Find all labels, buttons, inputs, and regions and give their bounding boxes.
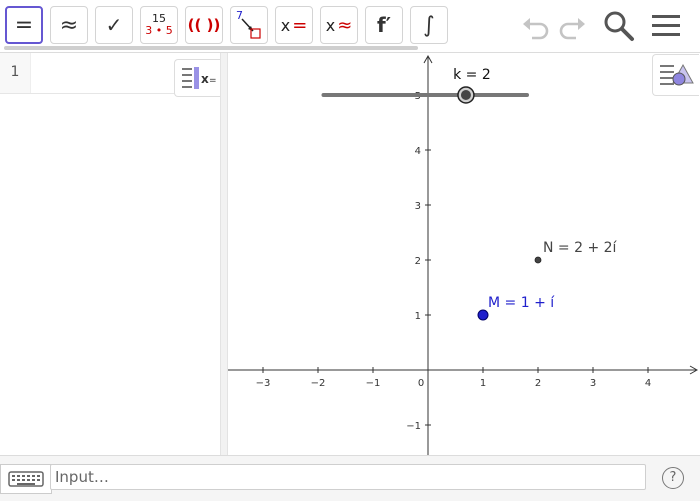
integral-icon: ∫: [423, 12, 435, 38]
algebra-description-icon: x =: [182, 67, 217, 89]
solve-equals-icon: =: [292, 14, 308, 36]
keyboard-icon: [8, 471, 44, 487]
toolbar-scrollbar[interactable]: [4, 46, 418, 50]
graphics-canvas[interactable]: −3−2−10123454321−1 k = 2 N = 2 + 2íM = 1…: [228, 53, 700, 455]
slider-knob-center: [460, 90, 471, 100]
x-tick-label: 1: [480, 378, 486, 389]
undo-icon[interactable]: [520, 12, 552, 42]
nsolve-x-label: x: [325, 15, 336, 35]
integral-tool-button[interactable]: ∫: [410, 6, 448, 44]
expand-icon: (( )): [187, 16, 221, 34]
check-icon: ✓: [105, 13, 123, 37]
graphics-style-button[interactable]: [652, 54, 699, 96]
algebra-view: 1 x =: [0, 53, 221, 455]
substitute-tool-button[interactable]: 7: [230, 6, 268, 44]
menu-icon[interactable]: [651, 11, 681, 41]
svg-text:=: =: [209, 76, 217, 86]
x-tick-label: 0: [418, 378, 424, 389]
row-number: 1: [0, 53, 31, 93]
x-tick-label: 3: [590, 378, 596, 389]
point-m[interactable]: [477, 309, 489, 321]
evaluate-tool-button[interactable]: =: [5, 6, 43, 44]
x-tick-label: 2: [535, 378, 541, 389]
numeric-tool-button[interactable]: ≈: [50, 6, 88, 44]
x-tick-label: −3: [256, 378, 271, 389]
input-field[interactable]: [50, 464, 646, 490]
input-bar: ?: [0, 455, 700, 501]
solve-tool-button[interactable]: x =: [275, 6, 313, 44]
svg-text:x: x: [201, 72, 209, 86]
point-n-label: N = 2 + 2í: [543, 240, 618, 256]
style-bar-icon: [660, 63, 694, 86]
expand-tool-button[interactable]: (( )): [185, 6, 223, 44]
substitute-icon: [241, 18, 261, 39]
search-icon[interactable]: [602, 9, 636, 43]
slider-label: k = 2: [453, 67, 491, 83]
view-splitter[interactable]: [220, 53, 228, 455]
y-tick-label: 1: [415, 311, 421, 322]
equals-icon: =: [14, 12, 34, 38]
x-tick-label: −2: [311, 378, 326, 389]
y-tick-label: 4: [415, 146, 421, 157]
help-button[interactable]: ?: [662, 467, 684, 489]
y-tick-label: −1: [406, 421, 421, 432]
factor-tool-button[interactable]: 15 3 • 5: [140, 6, 178, 44]
nsolve-approx-icon: ≈: [337, 14, 353, 36]
solve-x-label: x: [280, 15, 291, 35]
algebra-menu-button[interactable]: x =: [174, 59, 221, 97]
nsolve-tool-button[interactable]: x ≈: [320, 6, 358, 44]
graphics-view[interactable]: −3−2−10123454321−1 k = 2 N = 2 + 2íM = 1…: [228, 53, 700, 455]
cas-toolbar: = ≈ ✓ 15 3 • 5 (( )) 7 x = x ≈ f′ ∫: [0, 0, 700, 52]
point-m-label: M = 1 + í: [488, 295, 555, 311]
x-tick-label: −1: [366, 378, 381, 389]
derivative-icon: f′: [377, 13, 391, 37]
y-tick-label: 3: [415, 201, 421, 212]
point-n[interactable]: [534, 256, 542, 264]
derivative-tool-button[interactable]: f′: [365, 6, 403, 44]
factor-bottom-label: 3 • 5: [145, 24, 173, 37]
y-tick-label: 2: [415, 256, 421, 267]
approx-icon: ≈: [59, 12, 79, 38]
redo-icon[interactable]: [556, 12, 588, 42]
keyboard-button[interactable]: [0, 464, 52, 494]
check-tool-button[interactable]: ✓: [95, 6, 133, 44]
x-tick-label: 4: [645, 378, 651, 389]
